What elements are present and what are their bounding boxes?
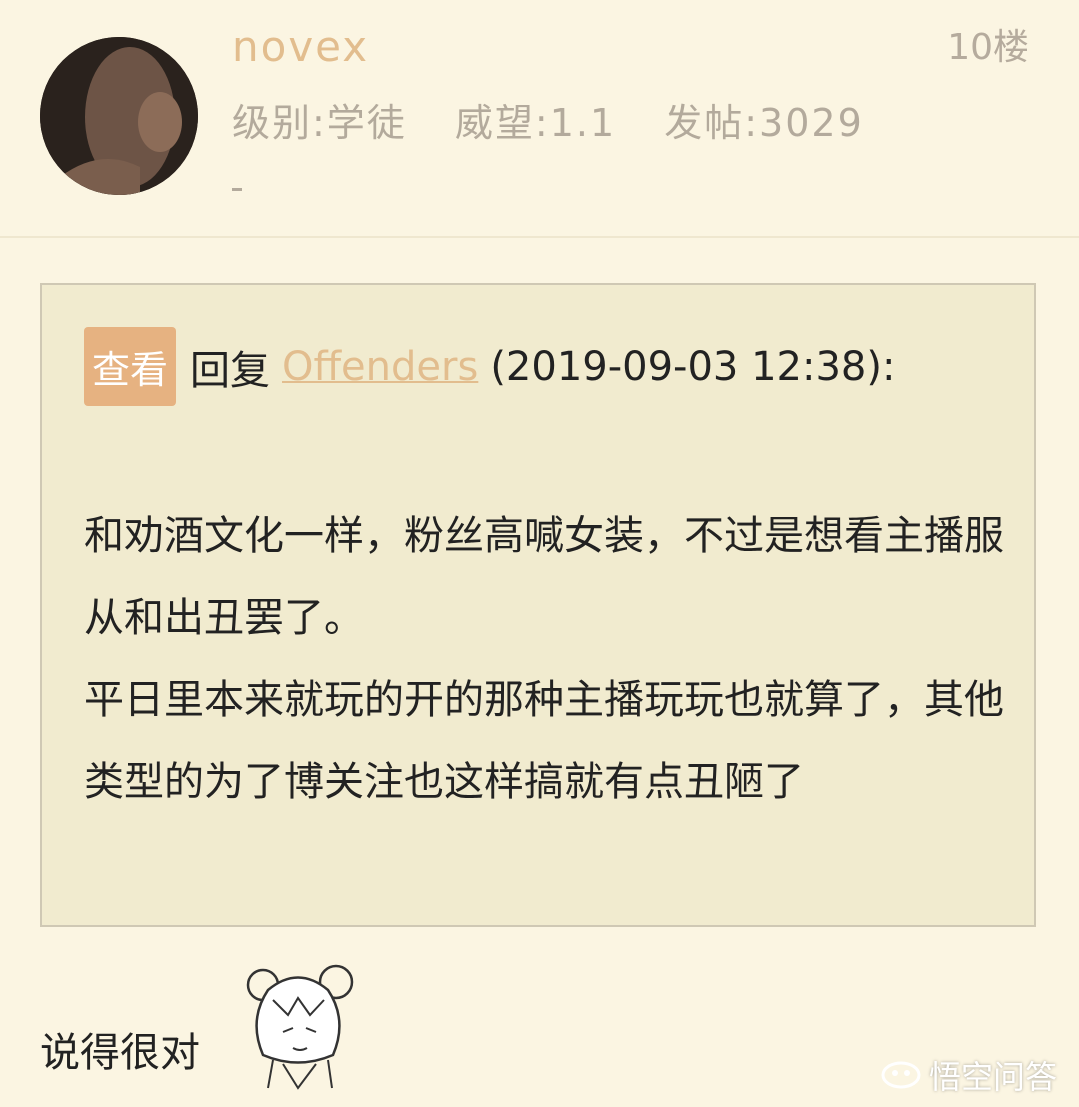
quote-timestamp: (2019-09-03 12:38): [490,343,896,390]
user-prestige: 威望:1.1 [454,101,617,145]
watermark: 悟空问答 [881,1052,1057,1098]
user-level: 级别:学徒 [232,101,407,145]
watermark-text: 悟空问答 [928,1058,1057,1096]
quote-header: 查看 回复 Offenders (2019-09-03 12:38): [84,327,895,406]
quote-paragraph: 和劝酒文化一样，粉丝高喊女装，不过是想看主播服从和出丑罢了。 [84,513,1004,641]
signature-divider [232,188,242,191]
post-header: novex 10楼 级别:学徒 威望:1.1 发帖:3029 [0,0,1079,238]
wukong-logo-icon [881,1061,921,1089]
quoted-reply-box: 查看 回复 Offenders (2019-09-03 12:38): 和劝酒文… [40,283,1036,927]
reply-text: 说得很对 [40,1030,200,1076]
quote-body: 和劝酒文化一样，粉丝高喊女装，不过是想看主播服从和出丑罢了。 平日里本来就玩的开… [84,495,1004,823]
quoted-user-link[interactable]: Offenders [282,344,478,390]
quote-paragraph: 平日里本来就玩的开的那种主播玩玩也就算了，其他类型的为了博关注也这样搞就有点丑陋… [84,677,1004,805]
avatar-image [40,37,198,195]
post-username[interactable]: novex [232,22,369,71]
user-meta: 级别:学徒 威望:1.1 发帖:3029 [232,92,900,147]
user-post-count: 发帖:3029 [664,101,864,145]
anime-sticker-image [228,960,368,1090]
floor-number: 10楼 [947,27,1029,68]
view-button[interactable]: 查看 [84,327,177,406]
reply-label: 回复 [190,347,271,394]
user-avatar[interactable] [40,37,198,195]
